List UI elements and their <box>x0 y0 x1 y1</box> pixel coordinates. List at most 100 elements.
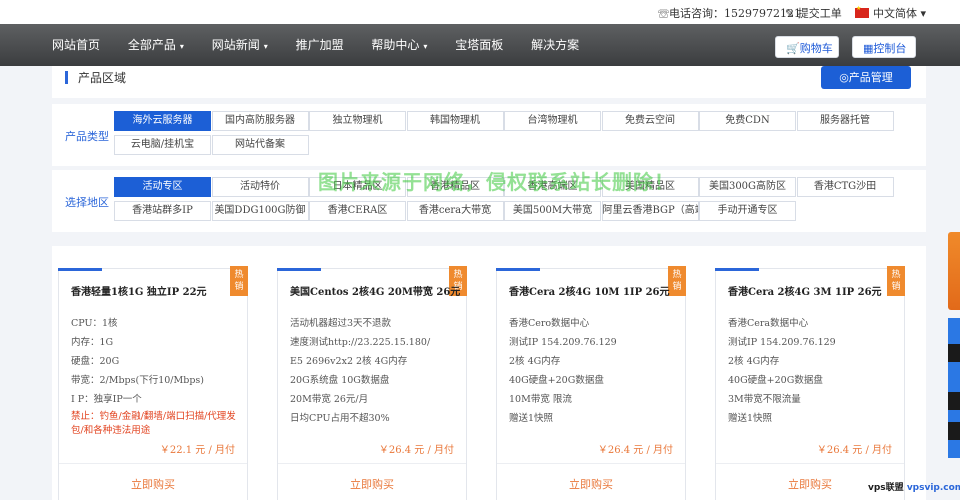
region-label: 选择地区 <box>65 196 109 209</box>
product-spec: 日均CPU占用不超30% <box>290 413 390 424</box>
product-spec: CPU：1核 <box>71 318 118 329</box>
product-type-option[interactable]: 云电脑/挂机宝 <box>114 135 211 155</box>
product-spec: 香港Cero数据中心 <box>509 318 590 329</box>
side-toolbar-item[interactable] <box>948 392 960 410</box>
phone-contact[interactable]: ☏电话咨询：15297972121 <box>658 5 801 21</box>
region-option[interactable]: 香港站群多IP <box>114 201 211 221</box>
side-toolbar[interactable] <box>948 318 960 458</box>
product-name[interactable]: 香港轻量1核1G 独立IP 22元 <box>71 283 207 298</box>
side-toolbar-item[interactable] <box>948 422 960 440</box>
product-price: ￥22.1 元 / 月付 <box>159 445 235 456</box>
product-spec: 速度测试http://23.225.15.180/ <box>290 337 431 348</box>
product-name[interactable]: 香港Cera 2核4G 3M 1IP 26元 <box>728 283 882 298</box>
watermark: 图片来源于网络，侵权联系站长删除！ <box>318 170 675 194</box>
chevron-down-icon: ▾ <box>179 42 184 51</box>
product-spec: I P：独享IP一个 <box>71 394 142 405</box>
region-option[interactable]: 美国300G高防区 <box>699 177 796 197</box>
divider <box>59 463 247 464</box>
card-accent <box>715 268 759 271</box>
region-option[interactable]: 手动开通专区 <box>699 201 796 221</box>
product-spec: 内存：1G <box>71 337 114 348</box>
product-specs: 香港Cera数据中心 测试IP 154.209.76.129 2核 4G内存 40G硬… <box>728 315 900 429</box>
cart-button[interactable]: 🛒购物车 <box>775 36 839 58</box>
product-type-option[interactable]: 免费云空间 <box>601 111 699 131</box>
product-price: ￥26.4 元 / 月付 <box>378 445 454 456</box>
region-option[interactable]: 香港CERA区 <box>309 201 406 221</box>
nav-item-products[interactable]: 全部产品 ▾ <box>128 38 184 52</box>
product-spec: 香港Cera数据中心 <box>728 318 809 329</box>
console-button[interactable]: ▦控制台 <box>852 36 916 58</box>
product-name[interactable]: 香港Cera 2核4G 10M 1IP 26元 <box>509 283 670 298</box>
product-type-option[interactable]: 韩国物理机 <box>406 111 504 131</box>
nav-item-solutions[interactable]: 解决方案 <box>531 38 579 52</box>
nav-item-help[interactable]: 帮助中心 ▾ <box>371 38 427 52</box>
product-warning: 禁止：钓鱼/金融/翻墙/端口扫描/代理发包/和各种违法用途 <box>71 411 236 436</box>
card-accent <box>277 268 321 271</box>
divider <box>278 463 466 464</box>
region-option[interactable]: 香港cera大带宽 <box>406 201 504 221</box>
language-label: 中文简体 ▾ <box>873 7 927 20</box>
buy-now-button[interactable]: 立即购买 <box>59 476 247 492</box>
hot-badge: 热销 <box>887 266 905 296</box>
product-type-label: 产品类型 <box>65 130 109 143</box>
product-card: 热销 香港Cera 2核4G 10M 1IP 26元 香港Cero数据中心 测试I… <box>496 266 686 500</box>
product-list: 热销 香港轻量1核1G 独立IP 22元 CPU：1核 内存：1G 硬盘：20G 带宽… <box>52 246 926 500</box>
product-manage-button[interactable]: ◎产品管理 <box>821 66 911 89</box>
region-option[interactable]: 香港CTG沙田 <box>796 177 894 197</box>
nav-item-home[interactable]: 网站首页 <box>52 38 100 52</box>
product-type-option[interactable]: 海外云服务器 <box>114 111 211 131</box>
brand-mark: vps联盟 vpsvip.com <box>868 483 960 493</box>
chevron-down-icon: ▾ <box>423 42 428 51</box>
nav-item-affiliate[interactable]: 推广加盟 <box>296 38 344 52</box>
product-card: 热销 美国Centos 2核4G 20M带宽 26元 活动机器超过3天不退款 速度… <box>277 266 467 500</box>
product-spec: 赠送1快照 <box>728 413 773 424</box>
main-nav: 网站首页 全部产品 ▾ 网站新闻 ▾ 推广加盟 帮助中心 ▾ 宝塔面板 解决方案 🛒购… <box>0 24 960 66</box>
china-flag-icon <box>855 5 869 18</box>
side-toolbar-item[interactable] <box>948 344 960 362</box>
hot-badge: 热销 <box>668 266 686 296</box>
buy-now-button[interactable]: 立即购买 <box>278 476 466 492</box>
region-option[interactable]: 活动特价 <box>211 177 309 197</box>
product-spec: 40G硬盘+20G数据盘 <box>509 375 604 386</box>
buy-now-button[interactable]: 立即购买 <box>497 476 685 492</box>
submit-ticket-link[interactable]: ✎ 提交工单 <box>785 5 842 21</box>
product-type-option[interactable]: 网站代备案 <box>211 135 309 155</box>
product-type-filter: 产品类型 海外云服务器 国内高防服务器 独立物理机 韩国物理机 台湾物理机 免费云空间 免费… <box>52 104 926 166</box>
product-type-option[interactable]: 台湾物理机 <box>504 111 601 131</box>
divider <box>716 463 904 464</box>
region-option[interactable]: 美国500M大带宽 <box>504 201 601 221</box>
product-specs: 香港Cero数据中心 测试IP 154.209.76.129 2核 4G内存 40G硬… <box>509 315 681 429</box>
product-card: 热销 香港Cera 2核4G 3M 1IP 26元 香港Cera数据中心测试IP… <box>715 266 905 500</box>
nav-item-bt-panel[interactable]: 宝塔面板 <box>455 38 503 52</box>
product-spec: 2核 4G内存 <box>509 356 561 367</box>
product-type-option[interactable]: 服务器托管 <box>796 111 894 131</box>
language-selector[interactable]: 中文简体 ▾ <box>855 5 926 21</box>
nav-item-news[interactable]: 网站新闻 ▾ <box>212 38 268 52</box>
side-float-tab[interactable] <box>948 232 960 310</box>
region-option[interactable]: 美国DDG100G防御 <box>211 201 309 221</box>
product-type-option[interactable]: 国内高防服务器 <box>211 111 309 131</box>
product-spec: 测试IP 154.209.76.129 <box>728 337 836 348</box>
product-spec: 赠送1快照 <box>509 413 554 424</box>
product-area-header: 产品区域 ◎产品管理 <box>52 66 926 98</box>
product-specs: CPU：1核 内存：1G 硬盘：20G 带宽：2/Mbps(下行10/Mbps) I P… <box>71 315 243 438</box>
product-type-option[interactable]: 免费CDN <box>699 111 796 131</box>
top-utility-bar: ☏电话咨询：15297972121 ✎ 提交工单 中文简体 ▾ <box>0 0 960 24</box>
product-spec: 40G硬盘+20G数据盘 <box>728 375 823 386</box>
hot-badge: 热销 <box>230 266 248 296</box>
region-option[interactable]: 阿里云香港BGP（高端） <box>601 201 699 221</box>
card-accent <box>58 268 102 271</box>
product-specs: 活动机器超过3天不退款 速度测试http://23.225.15.180/E5 2… <box>290 315 462 429</box>
product-name[interactable]: 美国Centos 2核4G 20M带宽 26元 <box>290 283 460 298</box>
product-spec: 20M带宽 26元/月 <box>290 394 369 405</box>
product-price: ￥26.4 元 / 月付 <box>816 445 892 456</box>
manage-icon: ◎ <box>839 71 849 84</box>
product-spec: 硬盘：20G <box>71 356 120 367</box>
product-price: ￥26.4 元 / 月付 <box>597 445 673 456</box>
divider <box>497 463 685 464</box>
region-option[interactable]: 活动专区 <box>114 177 211 197</box>
product-spec: 带宽：2/Mbps(下行10/Mbps) <box>71 375 204 386</box>
section-title: 产品区域 <box>78 71 127 85</box>
product-spec: 20G系统盘 10G数据盘 <box>290 375 390 386</box>
product-type-option[interactable]: 独立物理机 <box>309 111 406 131</box>
